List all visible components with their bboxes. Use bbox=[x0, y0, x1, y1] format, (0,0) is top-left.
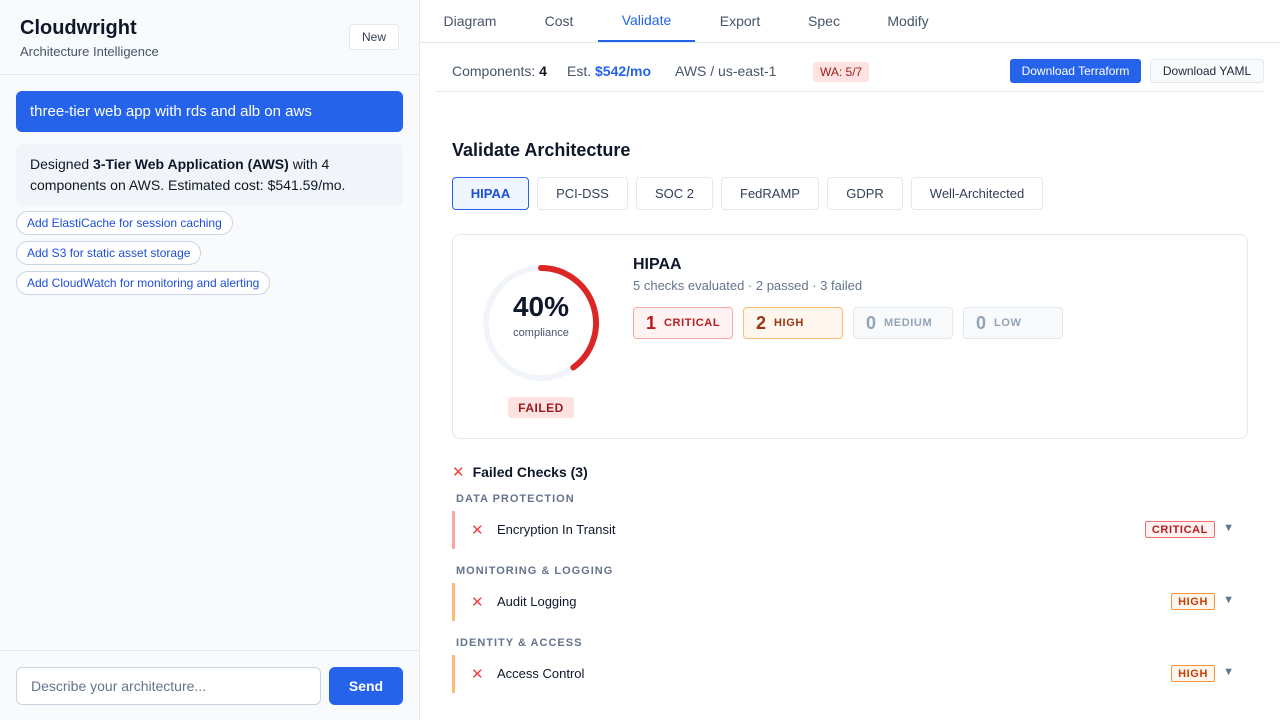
tab-modify[interactable]: Modify bbox=[878, 0, 938, 42]
failed-check-row[interactable]: ✕ Audit Logging HIGH ▼ bbox=[452, 583, 1248, 621]
severity-low-label: LOW bbox=[994, 317, 1022, 329]
result-summary: 5 checks evaluated · 2 passed · 3 failed bbox=[633, 278, 863, 293]
close-icon: ✕ bbox=[471, 666, 484, 683]
app-subtitle: Architecture Intelligence bbox=[20, 44, 159, 59]
sidebar-header: Cloudwright Architecture Intelligence Ne… bbox=[0, 0, 419, 75]
compliance-percent: 40% bbox=[512, 291, 570, 322]
severity-badge: HIGH bbox=[1171, 593, 1215, 610]
chevron-down-icon[interactable]: ▼ bbox=[1223, 666, 1234, 678]
compliance-result-card: 40% compliance FAILED HIPAA 5 checks eva… bbox=[452, 234, 1248, 439]
category-data-protection: DATA PROTECTION bbox=[456, 493, 575, 505]
suggestion-chip-cloudwatch[interactable]: Add CloudWatch for monitoring and alerti… bbox=[16, 271, 271, 295]
severity-high-count: 2 bbox=[756, 312, 767, 333]
suggestion-chip-elasticache[interactable]: Add ElastiCache for session caching bbox=[16, 211, 233, 235]
well-architected-badge: WA: 5/7 bbox=[813, 62, 870, 82]
chevron-down-icon[interactable]: ▼ bbox=[1223, 594, 1234, 606]
user-message: three-tier web app with rds and alb on a… bbox=[16, 91, 403, 132]
check-name: Encryption In Transit bbox=[497, 522, 616, 537]
category-identity-access: IDENTITY & ACCESS bbox=[456, 637, 583, 649]
severity-critical: 1 CRITICAL bbox=[633, 307, 733, 339]
severity-badge: CRITICAL bbox=[1144, 521, 1215, 538]
failed-checks-title: Failed Checks (3) bbox=[472, 464, 588, 480]
close-icon: ✕ bbox=[471, 522, 484, 539]
severity-low: 0 LOW bbox=[963, 307, 1063, 339]
severity-stripe bbox=[452, 511, 455, 549]
severity-medium-count: 0 bbox=[866, 312, 877, 333]
compliance-gauge bbox=[483, 265, 599, 381]
download-yaml-button[interactable]: Download YAML bbox=[1150, 59, 1264, 83]
estimated-cost-label: Est. bbox=[567, 63, 592, 79]
check-name: Audit Logging bbox=[497, 594, 577, 609]
tab-validate[interactable]: Validate bbox=[598, 0, 695, 42]
severity-stripe bbox=[452, 655, 455, 693]
framework-pci-dss[interactable]: PCI-DSS bbox=[537, 177, 628, 210]
tab-spec[interactable]: Spec bbox=[798, 0, 850, 42]
assistant-message-design-name: 3-Tier Web Application (AWS) bbox=[93, 156, 289, 172]
new-chat-button[interactable]: New bbox=[349, 24, 399, 50]
framework-soc2[interactable]: SOC 2 bbox=[636, 177, 713, 210]
severity-high-label: HIGH bbox=[774, 317, 804, 329]
suggestion-chip-s3[interactable]: Add S3 for static asset storage bbox=[16, 241, 202, 265]
chat-sidebar: Cloudwright Architecture Intelligence Ne… bbox=[0, 0, 420, 720]
severity-stripe bbox=[452, 583, 455, 621]
summary-bar: Components: 4 Est. $542/mo AWS / us-east… bbox=[436, 43, 1264, 92]
send-button[interactable]: Send bbox=[329, 667, 403, 705]
close-icon: ✕ bbox=[471, 594, 484, 611]
framework-fedramp[interactable]: FedRAMP bbox=[721, 177, 819, 210]
assistant-message: Designed 3-Tier Web Application (AWS) wi… bbox=[16, 144, 403, 206]
severity-high: 2 HIGH bbox=[743, 307, 843, 339]
tab-export[interactable]: Export bbox=[710, 0, 770, 42]
severity-medium: 0 MEDIUM bbox=[853, 307, 953, 339]
page-title: Validate Architecture bbox=[452, 140, 631, 160]
status-badge: FAILED bbox=[508, 397, 574, 418]
severity-low-count: 0 bbox=[976, 312, 987, 333]
failed-check-row[interactable]: ✕ Encryption In Transit CRITICAL ▼ bbox=[452, 511, 1248, 549]
framework-gdpr[interactable]: GDPR bbox=[827, 177, 903, 210]
estimated-cost: Est. $542/mo bbox=[567, 63, 651, 79]
components-label: Components: bbox=[452, 63, 536, 79]
severity-medium-label: MEDIUM bbox=[884, 317, 933, 329]
components-value: 4 bbox=[539, 63, 547, 79]
severity-critical-count: 1 bbox=[646, 312, 657, 333]
download-terraform-button[interactable]: Download Terraform bbox=[1010, 59, 1141, 83]
tab-cost[interactable]: Cost bbox=[532, 0, 586, 42]
tab-diagram[interactable]: Diagram bbox=[436, 0, 504, 42]
failed-checks-heading: ✕ Failed Checks (3) bbox=[452, 463, 588, 481]
severity-critical-label: CRITICAL bbox=[664, 317, 721, 329]
framework-hipaa[interactable]: HIPAA bbox=[452, 177, 529, 210]
result-framework-title: HIPAA bbox=[633, 256, 682, 273]
failed-check-row[interactable]: ✕ Access Control HIGH ▼ bbox=[452, 655, 1248, 693]
category-monitoring-logging: MONITORING & LOGGING bbox=[456, 565, 614, 577]
tab-bar: Diagram Cost Validate Export Spec Modify bbox=[420, 0, 1280, 43]
estimated-cost-value: $542/mo bbox=[595, 63, 652, 79]
provider-region: AWS / us-east-1 bbox=[675, 63, 777, 79]
close-icon: ✕ bbox=[452, 464, 465, 481]
architecture-input[interactable] bbox=[16, 667, 321, 705]
components-count: Components: 4 bbox=[452, 63, 547, 79]
chat-composer: Send bbox=[0, 650, 419, 720]
main-panel: Diagram Cost Validate Export Spec Modify… bbox=[420, 0, 1280, 720]
compliance-label: compliance bbox=[513, 327, 569, 339]
chevron-down-icon[interactable]: ▼ bbox=[1223, 522, 1234, 534]
check-name: Access Control bbox=[497, 666, 585, 681]
assistant-message-prefix: Designed bbox=[30, 156, 94, 172]
app-title: Cloudwright bbox=[20, 17, 137, 39]
severity-badge: HIGH bbox=[1171, 665, 1215, 682]
framework-well-architected[interactable]: Well-Architected bbox=[911, 177, 1043, 210]
